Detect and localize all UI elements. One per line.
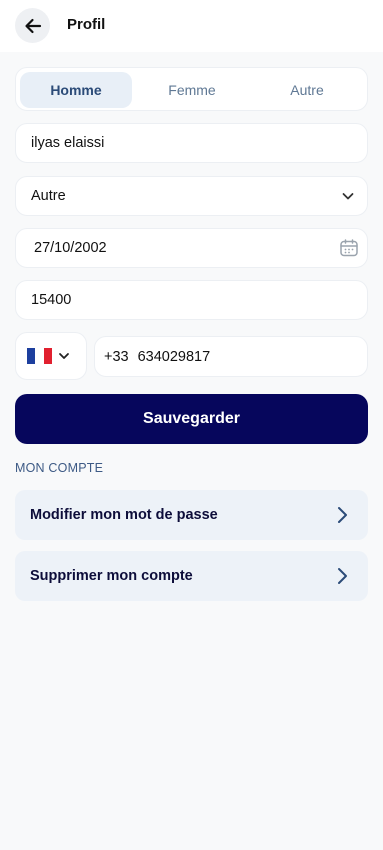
gender-option-homme[interactable]: Homme — [20, 72, 132, 108]
back-button[interactable] — [15, 8, 50, 43]
gender-option-femme[interactable]: Femme — [136, 72, 248, 108]
select-field[interactable]: Autre — [15, 176, 368, 216]
chevron-down-icon — [341, 189, 355, 203]
france-flag-icon — [27, 348, 52, 364]
arrow-left-icon — [24, 18, 41, 33]
change-password-label: Modifier mon mot de passe — [30, 507, 218, 523]
postal-code-field[interactable]: 15400 — [15, 280, 368, 320]
chevron-right-icon — [336, 567, 348, 585]
chevron-right-icon — [336, 506, 348, 524]
birthdate-field[interactable]: 27/10/2002 — [15, 228, 368, 268]
gender-selector: Homme Femme Autre — [15, 67, 368, 111]
name-value: ilyas elaissi — [31, 135, 105, 151]
delete-account-label: Supprimer mon compte — [30, 568, 193, 584]
select-value: Autre — [31, 188, 66, 204]
gender-option-autre[interactable]: Autre — [251, 72, 363, 108]
postal-code-value: 15400 — [31, 292, 72, 308]
phone-field[interactable]: +33 634029817 — [94, 336, 368, 377]
page-title: Profil — [67, 16, 106, 33]
country-selector[interactable] — [15, 332, 87, 380]
calendar-icon[interactable] — [339, 238, 359, 258]
chevron-down-icon — [59, 353, 69, 359]
change-password-row[interactable]: Modifier mon mot de passe — [15, 490, 368, 540]
phone-code: +33 — [104, 348, 129, 365]
section-title: MON COMPTE — [15, 461, 104, 475]
birthdate-value: 27/10/2002 — [34, 240, 107, 256]
delete-account-row[interactable]: Supprimer mon compte — [15, 551, 368, 601]
phone-number: 634029817 — [137, 348, 211, 365]
save-button[interactable]: Sauvegarder — [15, 394, 368, 444]
name-field[interactable]: ilyas elaissi — [15, 123, 368, 163]
top-bar: Profil — [0, 0, 383, 52]
